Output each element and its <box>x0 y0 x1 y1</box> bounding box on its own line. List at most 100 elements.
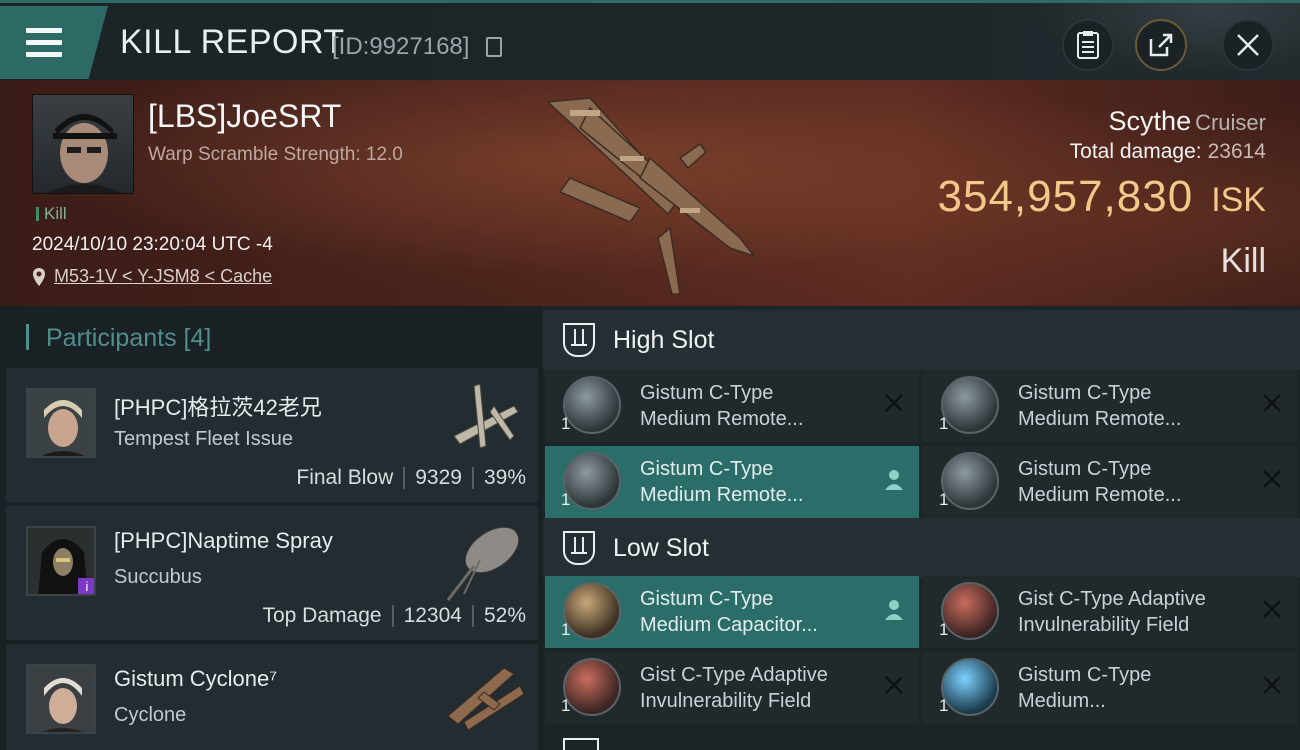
isk-value: 354,957,830 <box>937 172 1194 221</box>
module-quantity: 1 <box>939 620 949 639</box>
module-name: Gistum C-Type Medium Remote... <box>640 456 880 508</box>
module-name-line2: Medium Remote... <box>640 408 804 430</box>
kill-tag: Kill <box>36 204 67 224</box>
victim-avatar[interactable] <box>32 94 134 194</box>
person-icon <box>885 600 903 620</box>
participant-ship-image <box>453 383 519 449</box>
participant-damage: 12304 <box>403 604 462 627</box>
module-card-dropped[interactable]: 1 Gistum C-Type Medium Capacitor... <box>545 576 919 648</box>
participant-ship-image <box>446 526 520 601</box>
module-card[interactable]: 1 Gist C-Type Adaptive Invulnerability F… <box>545 652 919 724</box>
module-name: Gistum C-Type Medium Remote... <box>1018 456 1258 508</box>
remote-shield-module-icon <box>563 452 621 510</box>
divider <box>471 605 474 627</box>
module-name: Gistum C-Type Medium... <box>1018 662 1258 714</box>
high-slot-icon <box>563 323 595 357</box>
destroyed-x-icon <box>1263 470 1281 488</box>
clipboard-button[interactable] <box>1062 19 1114 71</box>
remote-shield-module-icon <box>563 376 621 434</box>
module-card[interactable]: 1 Gistum C-Type Medium Remote... <box>923 446 1297 518</box>
participant-damage: 9329 <box>415 466 462 489</box>
share-icon <box>1149 33 1173 57</box>
module-name-line1: Gistum C-Type <box>1018 382 1152 404</box>
module-quantity: 1 <box>939 414 949 433</box>
header-bar: KILL REPORT [ID:9927168] <box>0 0 1300 83</box>
module-name-line1: Gist C-Type Adaptive <box>1018 588 1206 610</box>
module-name: Gist C-Type Adaptive Invulnerability Fie… <box>640 662 880 714</box>
participant-percent: 39% <box>483 466 526 489</box>
warp-scramble-strength: Warp Scramble Strength: 12.0 <box>148 144 403 165</box>
participant-card[interactable]: Gistum Cyclone⁷ Cyclone <box>6 644 538 750</box>
kill-datetime: 2024/10/10 23:20:04 UTC -4 <box>32 234 273 255</box>
copy-id-icon[interactable] <box>486 37 502 57</box>
module-card[interactable]: 1 Gistum C-Type Medium Remote... <box>923 370 1297 442</box>
module-quantity: 1 <box>561 414 571 433</box>
module-card[interactable]: 1 Gist C-Type Adaptive Invulnerability F… <box>923 576 1297 648</box>
module-quantity: 1 <box>939 696 949 715</box>
participant-card[interactable]: [PHPC]格拉茨42老兄 Tempest Fleet Issue Final … <box>6 368 538 502</box>
module-name-line2: Medium Capacitor... <box>640 614 818 636</box>
participant-avatar[interactable] <box>26 388 96 458</box>
module-name-line2: Medium Remote... <box>1018 484 1182 506</box>
module-name-line2: Medium... <box>1018 690 1106 712</box>
participant-name: Gistum Cyclone⁷ <box>114 666 278 691</box>
participant-stats: Final Blow 9329 39% <box>296 466 526 490</box>
high-slot-header: High Slot <box>543 310 1300 370</box>
victim-ship-name[interactable]: Scythe <box>1109 106 1192 136</box>
module-card-dropped[interactable]: 1 Gistum C-Type Medium Remote... <box>545 446 919 518</box>
victim-ship-class: Cruiser <box>1195 110 1266 135</box>
page-title: KILL REPORT <box>120 23 345 61</box>
participant-ship: Cyclone <box>114 704 187 726</box>
module-name-line1: Gistum C-Type <box>640 588 774 610</box>
location-link[interactable]: M53-1V < Y-JSM8 < Cache <box>32 266 272 287</box>
share-button[interactable] <box>1135 19 1187 71</box>
module-name: Gistum C-Type Medium Remote... <box>640 380 880 432</box>
destroyed-x-icon <box>885 394 903 412</box>
victim-name[interactable]: [LBS]JoeSRT <box>148 98 341 135</box>
module-quantity: 1 <box>561 490 571 509</box>
remote-shield-module-icon <box>941 376 999 434</box>
module-name-line1: Gist C-Type Adaptive <box>640 664 828 686</box>
result-label: Kill <box>1220 242 1266 280</box>
divider <box>403 467 406 489</box>
module-card[interactable]: 1 Gistum C-Type Medium Remote... <box>545 370 919 442</box>
participant-role: Top Damage <box>262 604 382 627</box>
divider <box>391 605 394 627</box>
module-name: Gistum C-Type Medium Capacitor... <box>640 586 880 638</box>
clipboard-icon <box>1077 31 1099 59</box>
mid-slot-icon-partial <box>563 738 599 750</box>
module-name-line2: Medium Remote... <box>640 484 804 506</box>
isk-unit: ISK <box>1211 181 1266 219</box>
victim-ship-line: Scythe Cruiser <box>1109 106 1266 137</box>
total-damage-value: 23614 <box>1207 140 1266 163</box>
destroyed-x-icon <box>1263 676 1281 694</box>
victim-banner: [LBS]JoeSRT Warp Scramble Strength: 12.0… <box>0 80 1300 306</box>
module-quantity: 1 <box>561 696 571 715</box>
participant-avatar[interactable] <box>26 664 96 734</box>
total-damage: Total damage: 23614 <box>1070 140 1266 164</box>
menu-button[interactable] <box>0 6 108 79</box>
participant-card[interactable]: i [PHPC]Naptime Spray Succubus Top Damag… <box>6 506 538 640</box>
module-name: Gistum C-Type Medium Remote... <box>1018 380 1258 432</box>
destroyed-x-icon <box>885 676 903 694</box>
destroyed-x-icon <box>1263 394 1281 412</box>
module-name-line1: Gistum C-Type <box>1018 458 1152 480</box>
low-slot-label: Low Slot <box>613 533 709 562</box>
low-slot-icon <box>563 531 595 565</box>
invulnerability-field-module-icon <box>563 658 621 716</box>
close-button[interactable] <box>1222 19 1274 71</box>
module-quantity: 1 <box>939 490 949 509</box>
participant-name: [PHPC]格拉茨42老兄 <box>114 395 322 420</box>
low-slot-header: Low Slot <box>543 518 1300 578</box>
destroyed-x-icon <box>1263 600 1281 618</box>
menu-icon <box>26 28 62 58</box>
report-id: [ID:9927168] <box>332 33 470 60</box>
person-icon <box>885 470 903 490</box>
module-name: Gist C-Type Adaptive Invulnerability Fie… <box>1018 586 1258 638</box>
participant-percent: 52% <box>483 604 526 627</box>
participants-panel: Participants [4] [PHPC]格拉茨42老兄 Tempest F… <box>0 306 543 750</box>
participant-stats: Top Damage 12304 52% <box>262 604 526 628</box>
participant-avatar[interactable]: i <box>26 526 96 596</box>
victim-ship-image <box>546 97 757 295</box>
module-card[interactable]: 1 Gistum C-Type Medium... <box>923 652 1297 724</box>
